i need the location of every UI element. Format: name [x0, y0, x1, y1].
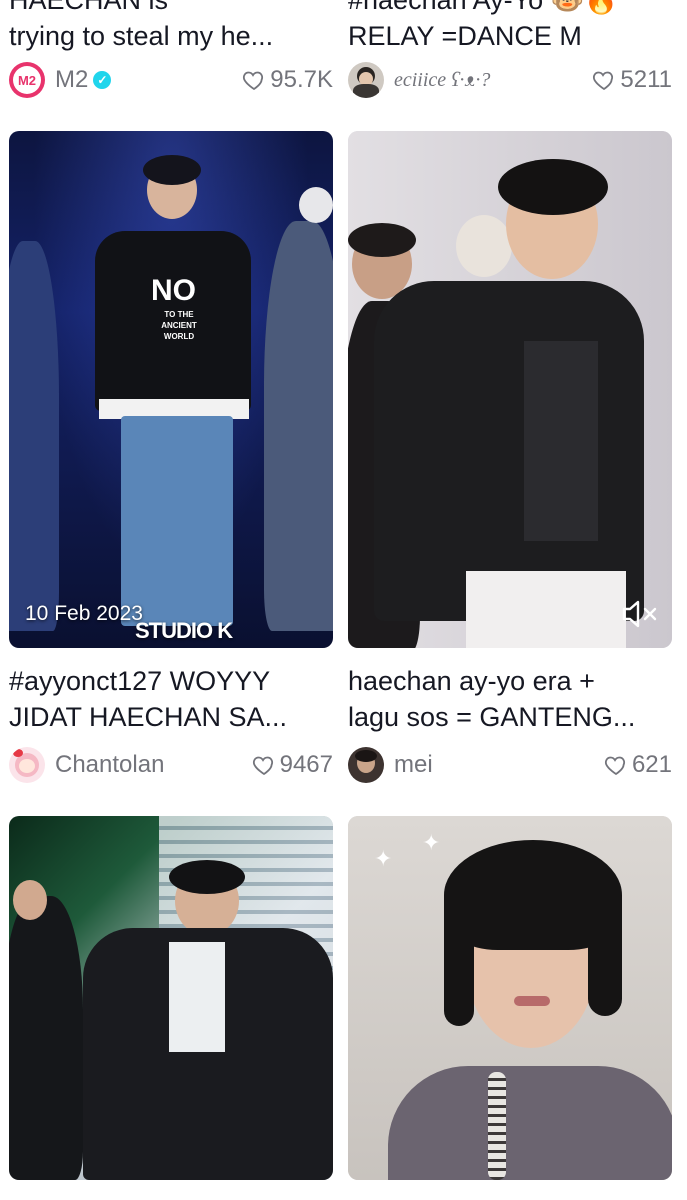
video-title-partial: #haechan Ay-Yo 🐵🔥: [348, 0, 618, 15]
video-title: #ayyonct127 WOYYY: [9, 666, 271, 696]
video-thumbnail[interactable]: [9, 816, 333, 1180]
like-count-value: 5211: [620, 66, 672, 93]
video-thumbnail[interactable]: ✦ ✦: [348, 816, 672, 1180]
heart-icon: [604, 756, 625, 776]
verified-badge-icon: ✓: [93, 71, 112, 89]
author-name[interactable]: M2: [55, 66, 88, 94]
author-name[interactable]: mei: [394, 751, 433, 779]
video-card-meta-1: M2 M2 ✓ 95.7K: [9, 60, 333, 100]
video-thumbnail[interactable]: [348, 131, 672, 648]
like-count-value: 95.7K: [270, 66, 333, 93]
svg-text:M2: M2: [18, 73, 36, 88]
video-card-info-2[interactable]: #haechan Ay-Yo 🐵🔥 RELAY =DANCE M: [348, 0, 672, 54]
video-title: RELAY =DANCE M: [348, 21, 582, 51]
author-avatar[interactable]: M2: [9, 62, 45, 98]
author-name[interactable]: Chantolan: [55, 751, 164, 779]
like-count: 5211: [592, 66, 672, 94]
author-avatar[interactable]: [348, 747, 384, 783]
video-title: JIDAT HAECHAN SA...: [9, 702, 288, 732]
heart-icon: [593, 71, 614, 91]
like-count: 95.7K: [242, 66, 333, 94]
video-card-info-3[interactable]: #ayyonct127 WOYYY JIDAT HAECHAN SA...: [9, 663, 333, 735]
video-card-info-4[interactable]: haechan ay-yo era + lagu sos = GANTENG..…: [348, 663, 672, 735]
sparkle-icon: ✦: [374, 846, 393, 871]
like-count: 9467: [252, 751, 333, 779]
video-card-meta-2: eciiice ʕ·ᴥ·? 5211: [348, 60, 672, 100]
video-card-meta-3: Chantolan 9467: [9, 745, 333, 785]
video-title: haechan ay-yo era +: [348, 666, 595, 696]
sparkle-icon: ✦: [422, 830, 441, 855]
video-title: lagu sos = GANTENG...: [348, 702, 636, 732]
video-card-meta-4: mei 621: [348, 745, 672, 785]
author-name[interactable]: eciiice ʕ·ᴥ·?: [394, 69, 490, 92]
shirt-text: NO: [151, 274, 196, 307]
heart-icon: [243, 71, 264, 91]
video-title-partial: HAECHAN is: [9, 0, 169, 15]
like-count-value: 9467: [279, 751, 333, 778]
shirt-subtext: TO THE ANCIENT WORLD: [161, 310, 197, 341]
author-avatar[interactable]: [9, 747, 45, 783]
studio-logo: STUDIO K: [135, 618, 233, 643]
video-date-overlay: 10 Feb 2023: [25, 602, 143, 625]
like-count-value: 621: [631, 751, 672, 778]
video-title: trying to steal my he...: [9, 21, 274, 51]
video-thumbnail[interactable]: NO TO THE ANCIENT WORLD 10 Feb 2023 STUD…: [9, 131, 333, 648]
author-avatar[interactable]: [348, 62, 384, 98]
heart-icon: [252, 756, 273, 776]
like-count: 621: [604, 751, 672, 779]
video-card-info-1[interactable]: HAECHAN is trying to steal my he...: [9, 0, 333, 54]
mute-icon[interactable]: [620, 598, 660, 630]
